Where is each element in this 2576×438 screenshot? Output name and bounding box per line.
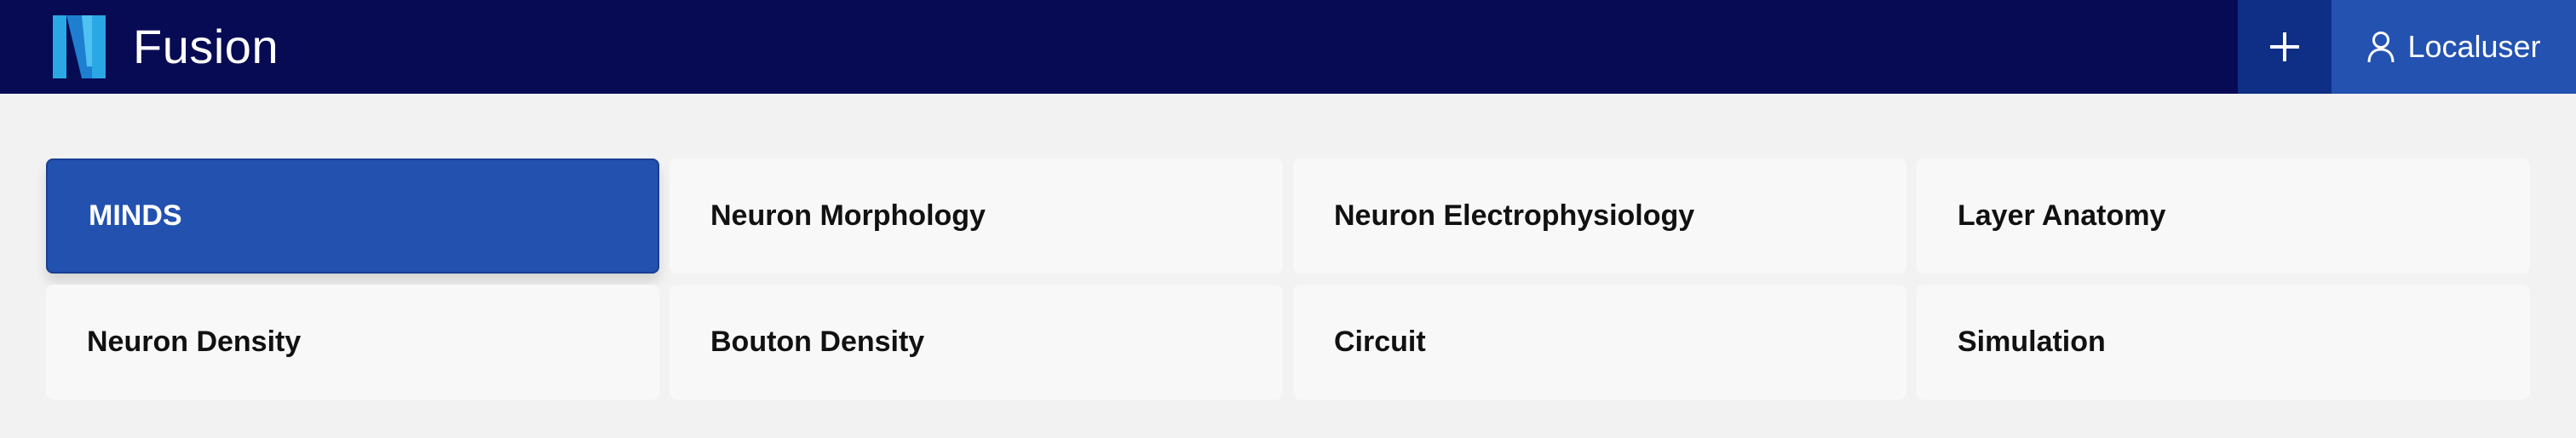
- tile-label: Layer Anatomy: [1958, 199, 2166, 232]
- tile-label: Simulation: [1958, 326, 2106, 358]
- app-title: Fusion: [133, 20, 279, 73]
- top-navigation-bar: Fusion Localuser: [0, 0, 2576, 94]
- tile-neuron-density[interactable]: Neuron Density: [46, 285, 659, 400]
- tile-layer-anatomy[interactable]: Layer Anatomy: [1917, 158, 2530, 274]
- tile-label: Neuron Electrophysiology: [1334, 199, 1695, 232]
- tile-label: Circuit: [1334, 326, 1426, 358]
- section-tile-grid: MINDS Neuron Morphology Neuron Electroph…: [46, 158, 2530, 400]
- tile-label: Bouton Density: [710, 326, 925, 358]
- user-icon: [2367, 32, 2395, 63]
- tile-label: Neuron Density: [87, 326, 302, 358]
- fusion-logo-icon: [53, 15, 106, 78]
- header-actions: Localuser: [2238, 0, 2576, 94]
- tile-circuit[interactable]: Circuit: [1293, 285, 1906, 400]
- user-menu-button[interactable]: Localuser: [2332, 0, 2576, 94]
- plus-icon: [2270, 32, 2299, 61]
- tile-label: MINDS: [89, 199, 182, 232]
- tile-bouton-density[interactable]: Bouton Density: [670, 285, 1283, 400]
- tile-label: Neuron Morphology: [710, 199, 986, 232]
- tile-neuron-morphology[interactable]: Neuron Morphology: [670, 158, 1283, 274]
- tile-simulation[interactable]: Simulation: [1917, 285, 2530, 400]
- tile-minds[interactable]: MINDS: [46, 158, 659, 274]
- add-button[interactable]: [2238, 0, 2332, 94]
- user-label: Localuser: [2407, 29, 2541, 64]
- brand[interactable]: Fusion: [53, 0, 279, 94]
- tile-neuron-electrophysiology[interactable]: Neuron Electrophysiology: [1293, 158, 1906, 274]
